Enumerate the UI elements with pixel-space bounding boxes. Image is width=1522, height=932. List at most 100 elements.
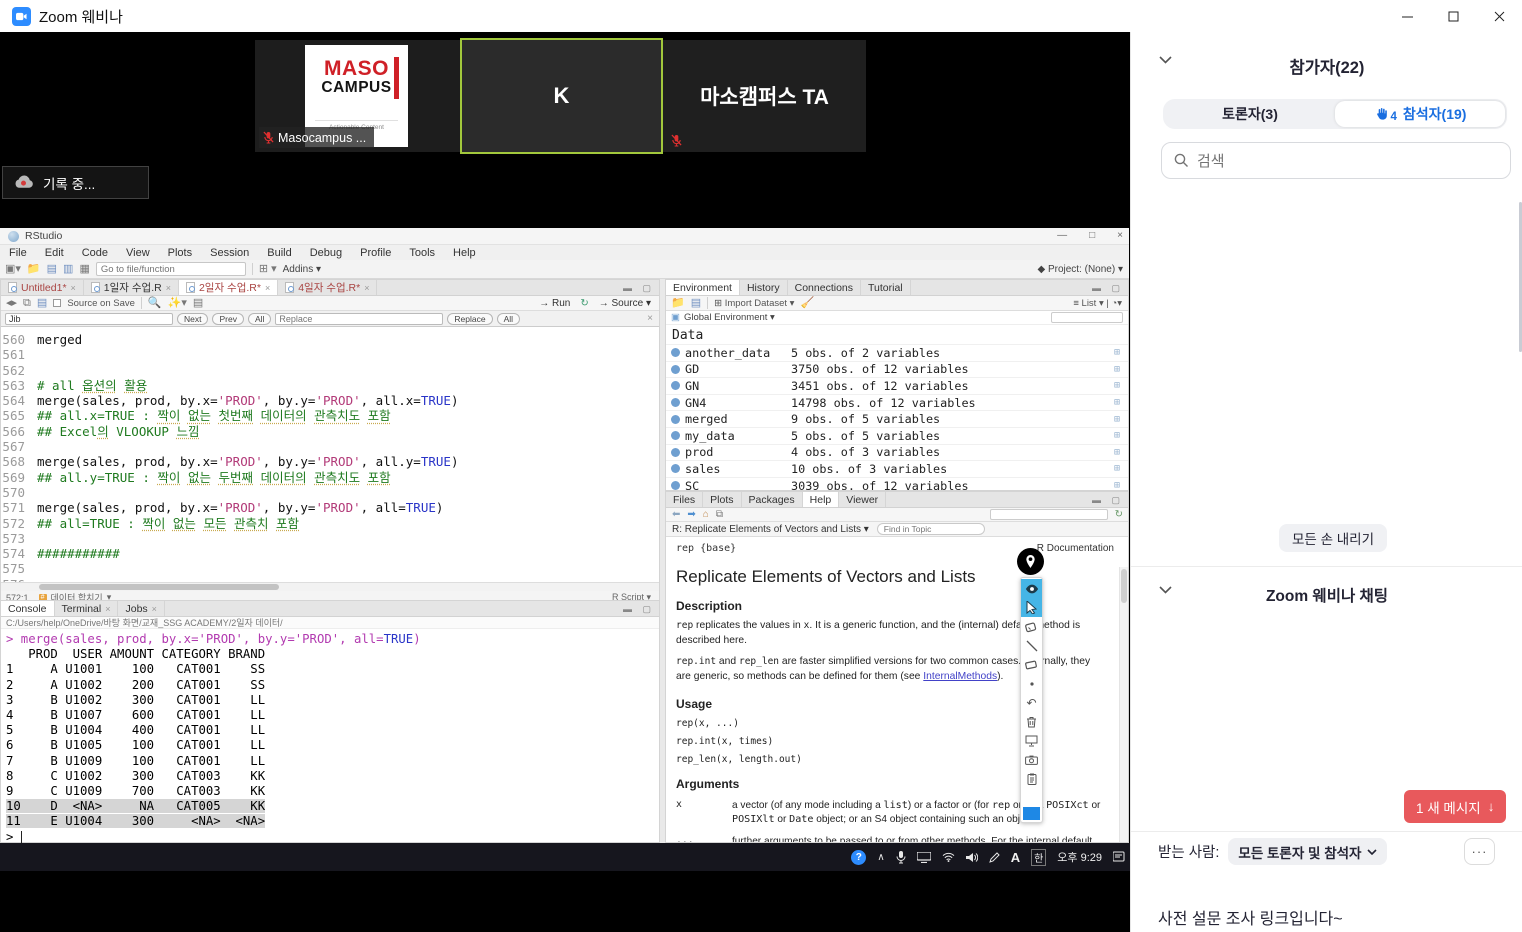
video-tile-masocampus[interactable]: MASO CAMPUS Actionable Content Masocampu… [255, 40, 460, 152]
expand-icon[interactable] [671, 464, 680, 474]
help-topic-title[interactable]: R: Replicate Elements of Vectors and Lis… [672, 524, 869, 535]
volume-tray-icon[interactable] [965, 852, 978, 863]
tab-tutorial[interactable]: Tutorial [861, 280, 911, 295]
pane-minmax-icons[interactable]: ▬ ▢ [623, 604, 655, 615]
undo-icon[interactable]: ↶ [1021, 693, 1042, 712]
wifi-tray-icon[interactable] [942, 852, 955, 862]
spotlight-eye-icon[interactable] [1021, 579, 1042, 598]
recording-indicator[interactable]: 기록 중... [2, 166, 149, 199]
environment-object-my_data[interactable]: my_data 5 obs. of 5 variables ⊞ [666, 426, 1128, 444]
snapshot-camera-icon[interactable] [1021, 750, 1042, 769]
tab-files[interactable]: Files [666, 492, 704, 507]
tab-viewer[interactable]: Viewer [839, 492, 887, 507]
trash-icon[interactable] [1021, 712, 1042, 731]
close-tab-icon[interactable]: × [364, 283, 369, 293]
close-tab-icon[interactable]: × [105, 604, 110, 614]
whiteboard-icon[interactable] [1021, 731, 1042, 750]
minimize-button[interactable] [1384, 0, 1430, 32]
code-tools-icon[interactable]: ✨▾ [168, 297, 187, 309]
select-cursor-icon[interactable] [1021, 598, 1042, 617]
import-dataset-button[interactable]: ⊞ Import Dataset ▾ [714, 298, 794, 309]
popout-icon[interactable]: ⧉ [23, 297, 31, 309]
tab-jobs[interactable]: Jobs × [118, 601, 165, 616]
clipboard-icon[interactable] [1021, 769, 1042, 788]
save-icon[interactable]: ▤ [691, 297, 701, 309]
participant-search-box[interactable]: 검색 [1161, 142, 1511, 179]
find-input[interactable] [5, 312, 173, 325]
notification-center-icon[interactable] [1113, 851, 1126, 863]
home-icon[interactable]: ⌂ [703, 509, 709, 520]
environment-search-input[interactable] [1051, 312, 1123, 323]
close-find-icon[interactable]: × [647, 313, 653, 324]
find-icon[interactable]: 🔍 [148, 297, 162, 309]
tab-history[interactable]: History [739, 280, 788, 295]
environment-object-GN[interactable]: GN 3451 obs. of 12 variables ⊞ [666, 377, 1128, 394]
horizontal-scrollbar[interactable] [1, 582, 659, 591]
tab-connections[interactable]: Connections [787, 280, 861, 295]
console-output[interactable]: > merge(sales, prod, by.x='PROD', by.y='… [1, 629, 659, 845]
rerun-icon[interactable]: ↻ [580, 298, 588, 309]
save-icon[interactable]: ▤ [47, 263, 57, 275]
tab-console[interactable]: Console [1, 601, 55, 616]
clock[interactable]: 오후 9:29 [1057, 849, 1102, 865]
view-table-icon[interactable]: ⊞ [1114, 347, 1120, 358]
menu-session[interactable]: Session [201, 247, 258, 259]
close-tab-icon[interactable]: × [152, 604, 157, 614]
ime-korean-indicator[interactable]: 한 [1031, 848, 1047, 866]
grid-icon[interactable]: ⊞ ▾ [259, 263, 277, 275]
expand-icon[interactable] [671, 481, 680, 491]
chat-input-text[interactable]: 사전 설문 조사 링크입니다~ [1158, 905, 1343, 929]
recipient-selector[interactable]: 모든 토론자 및 참석자 [1228, 838, 1388, 865]
view-table-icon[interactable]: ⊞ [1114, 397, 1120, 408]
environment-object-sales[interactable]: sales 10 obs. of 3 variables ⊞ [666, 460, 1128, 477]
source-on-save-checkbox[interactable] [53, 299, 62, 307]
annotation-pin-icon[interactable] [1017, 548, 1044, 575]
environment-object-GD[interactable]: GD 3750 obs. of 12 variables ⊞ [666, 360, 1128, 378]
menu-profile[interactable]: Profile [351, 247, 400, 259]
expand-icon[interactable] [671, 398, 680, 408]
color-black[interactable] [1032, 798, 1041, 807]
popout-icon[interactable]: ⧉ [716, 509, 723, 520]
pane-minmax-icons[interactable]: ▬ ▢ [1092, 283, 1124, 294]
code-editor[interactable]: 560 merged 561 562 563 # all 옵션의 활용 564 merge(s… [1, 327, 659, 582]
stamp-tool-icon[interactable] [1021, 617, 1042, 636]
expand-icon[interactable] [671, 348, 680, 358]
expand-icon[interactable] [671, 381, 680, 391]
video-tile-k[interactable]: K [460, 38, 663, 154]
project-selector[interactable]: ◆ Project: (None) ▾ [1037, 264, 1123, 275]
view-table-icon[interactable]: ⊞ [1114, 380, 1120, 391]
back-icon[interactable]: ◂▸ [6, 297, 17, 309]
tab-panelists[interactable]: 토론자(3) [1165, 101, 1335, 127]
menu-edit[interactable]: Edit [36, 247, 73, 259]
tab-packages[interactable]: Packages [741, 492, 803, 507]
expand-icon[interactable] [671, 447, 680, 457]
close-tab-icon[interactable]: × [71, 283, 76, 293]
replace-button[interactable]: Replace [447, 312, 493, 325]
tray-chevron-icon[interactable]: ∧ [877, 852, 884, 863]
refresh-icon[interactable]: ↻ [1115, 509, 1123, 520]
menu-help[interactable]: Help [444, 247, 485, 259]
view-table-icon[interactable]: ⊞ [1114, 480, 1120, 491]
chat-more-button[interactable]: ··· [1464, 838, 1495, 865]
color-magenta[interactable] [1023, 798, 1032, 807]
view-table-icon[interactable]: ⊞ [1114, 414, 1120, 425]
new-file-icon[interactable]: ▣▾ [5, 263, 21, 275]
close-button[interactable] [1476, 0, 1522, 32]
tab-1일자-수업-r[interactable]: 1일자 수업.R × [83, 280, 179, 295]
view-table-icon[interactable]: ⊞ [1114, 364, 1120, 375]
tab-attendees[interactable]: 4 참석자(19) [1335, 101, 1505, 127]
print-icon[interactable]: ▦ [79, 263, 89, 275]
view-mode-selector[interactable]: ≡ List ▾ | ◔▾ [1073, 298, 1122, 309]
menu-code[interactable]: Code [73, 247, 117, 259]
menu-plots[interactable]: Plots [159, 247, 201, 259]
addins-menu[interactable]: Addins ▾ [283, 264, 321, 275]
scrollbar-thumb[interactable] [39, 584, 279, 590]
tab-4일자-수업-r-[interactable]: 4일자 수업.R* × [278, 280, 378, 295]
expand-icon[interactable] [671, 364, 680, 374]
open-file-icon[interactable]: 📁 [27, 263, 41, 275]
goto-file-input[interactable] [95, 262, 246, 276]
color-cyan[interactable] [1023, 789, 1032, 798]
source-button[interactable]: → Source ▾ [599, 298, 651, 309]
save-icon[interactable]: ▤ [37, 297, 47, 309]
view-table-icon[interactable]: ⊞ [1114, 447, 1120, 458]
